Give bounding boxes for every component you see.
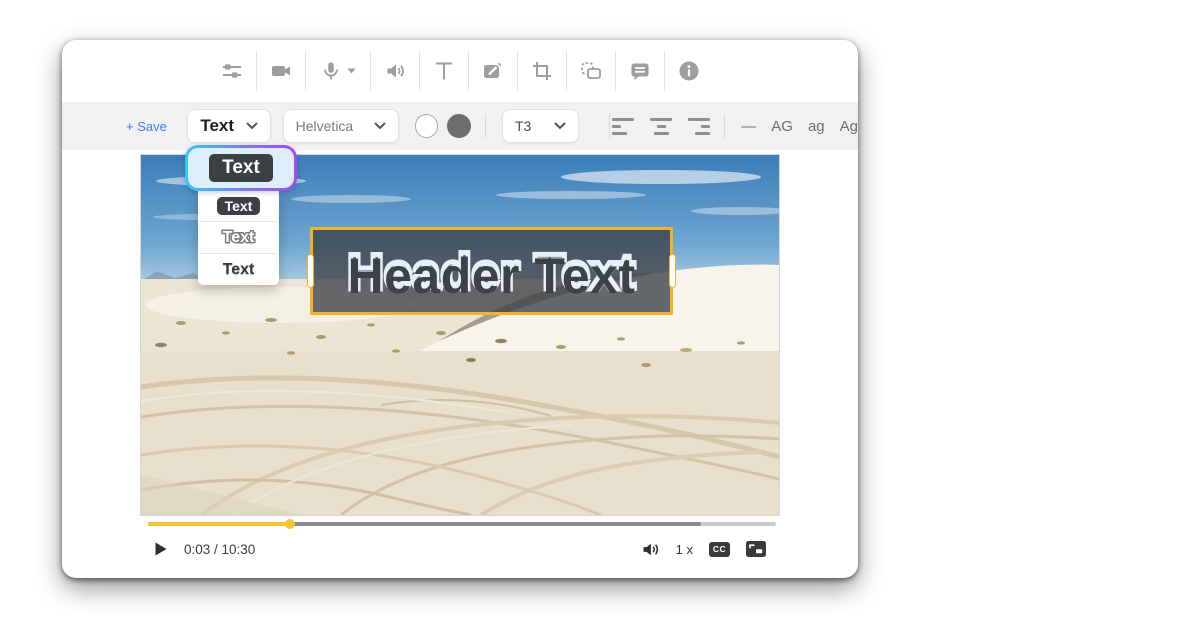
speaker-button[interactable] [371, 51, 419, 91]
share-arrow-icon [481, 59, 505, 83]
header-text-overlay[interactable]: Header Text Header Text [310, 227, 673, 315]
progress-played [148, 522, 290, 526]
style-option-plain[interactable]: Text [198, 254, 279, 285]
alignment-group [612, 118, 710, 135]
font-value: Helvetica [296, 118, 354, 134]
comment-icon [628, 59, 652, 83]
microphone-icon [320, 59, 342, 83]
text-style-dropdown[interactable]: Text [187, 109, 270, 143]
editor-window: + Save Text Helvetica T3 [62, 40, 858, 578]
info-button[interactable] [665, 51, 713, 91]
closed-captions-button[interactable]: CC [709, 542, 730, 557]
text-tool-button[interactable] [420, 51, 468, 91]
resize-handle-right[interactable] [669, 254, 676, 288]
case-option-uppercase[interactable]: AG [771, 118, 793, 135]
format-bar: + Save Text Helvetica T3 [62, 102, 858, 150]
microphone-button[interactable] [306, 51, 370, 91]
volume-icon[interactable] [641, 541, 660, 558]
text-color-swatch-gray[interactable] [447, 114, 471, 138]
share-screen-button[interactable] [469, 51, 517, 91]
style-option-chip-label: Text [209, 154, 273, 182]
case-option-none[interactable]: — [741, 118, 756, 135]
play-icon [155, 542, 167, 556]
chevron-down-icon [246, 122, 258, 130]
text-color-swatch-white[interactable] [415, 114, 439, 138]
font-dropdown[interactable]: Helvetica [283, 109, 399, 143]
text-style-menu: Text Text Text Text [198, 190, 279, 285]
chevron-down-icon [554, 122, 566, 130]
progress-knob[interactable] [285, 519, 295, 529]
align-right-icon[interactable] [686, 118, 710, 135]
crop-button[interactable] [518, 51, 566, 91]
case-option-lowercase[interactable]: ag [808, 118, 825, 135]
progress-bar[interactable] [148, 522, 776, 526]
format-bar-divider [724, 114, 725, 138]
playback-speed[interactable]: 1 x [676, 542, 693, 557]
align-left-icon[interactable] [612, 118, 636, 135]
text-size-value: T3 [515, 118, 531, 134]
speaker-icon [383, 59, 407, 83]
save-button[interactable]: + Save [126, 119, 177, 134]
text-style-value: Text [200, 116, 234, 136]
resize-handle-left[interactable] [307, 254, 314, 288]
player-controls: 0:03 / 10:30 1 x CC [148, 534, 776, 564]
play-button[interactable] [155, 542, 167, 556]
blur-region-button[interactable] [567, 51, 615, 91]
info-icon [677, 59, 701, 83]
camera-button[interactable] [257, 51, 305, 91]
text-tool-icon [432, 59, 456, 83]
format-bar-divider [485, 114, 486, 138]
overlay-text: Header Text Header Text [313, 234, 670, 310]
main-toolbar [62, 40, 858, 102]
align-center-icon[interactable] [649, 118, 673, 135]
style-option-chip[interactable]: Text [198, 190, 279, 221]
style-option-outline[interactable]: Text Text [198, 222, 279, 253]
time-display: 0:03 / 10:30 [184, 542, 255, 557]
video-camera-icon [269, 59, 293, 83]
theater-mode-icon[interactable] [746, 541, 766, 557]
blur-region-icon [579, 59, 603, 83]
case-option-capitalize[interactable]: Ag [840, 118, 858, 135]
adjust-sliders-icon [220, 59, 244, 83]
comment-button[interactable] [616, 51, 664, 91]
mic-dropdown-caret-icon[interactable] [347, 68, 356, 74]
crop-icon [530, 59, 554, 83]
text-size-dropdown[interactable]: T3 [502, 109, 579, 143]
format-bar-divider [609, 114, 610, 138]
style-option-selected[interactable]: Text [185, 145, 297, 191]
adjust-sliders-button[interactable] [208, 51, 256, 91]
text-case-group: — AG ag Ag [741, 118, 858, 135]
chevron-down-icon [374, 122, 386, 130]
